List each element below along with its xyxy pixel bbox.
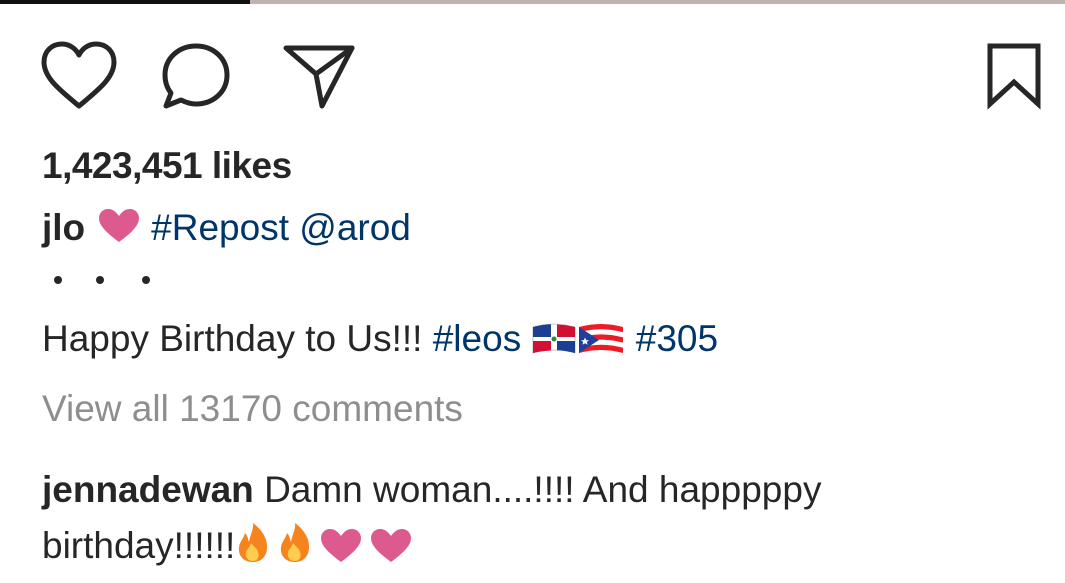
heart-icon — [369, 524, 413, 580]
likes-count[interactable]: 1,423,451 likes — [42, 145, 292, 187]
share-button[interactable] — [280, 40, 358, 112]
heart-icon — [319, 524, 363, 580]
like-button[interactable] — [40, 40, 118, 112]
caption-body: Happy Birthday to Us!!! — [42, 318, 423, 359]
post-photo-edge — [0, 0, 1065, 4]
caption-username[interactable]: jlo — [42, 207, 85, 248]
hashtag-305[interactable]: #305 — [636, 318, 718, 359]
puerto-rico-flag-icon — [577, 321, 625, 366]
caption-header: jlo #Repost @arod — [42, 207, 411, 253]
comment-button[interactable] — [160, 40, 238, 112]
heart-icon — [97, 208, 141, 253]
mention-link[interactable]: @arod — [299, 207, 411, 248]
save-button[interactable] — [984, 40, 1044, 112]
comment-item: jennadewan Damn woman....!!!! And happpp… — [42, 462, 1022, 580]
bookmark-icon — [987, 43, 1041, 110]
caption-text: Happy Birthday to Us!!! #leos #305 — [42, 318, 718, 366]
paper-plane-icon — [283, 45, 355, 109]
view-all-comments-link[interactable]: View all 13170 comments — [42, 388, 463, 430]
comment-text-line2: birthday!!!!!! — [42, 525, 236, 566]
instagram-post-footer: 1,423,451 likes jlo #Repost @arod Happy B… — [0, 0, 1065, 583]
fire-icon — [235, 522, 271, 580]
comment-text-line1: Damn woman....!!!! And happpppy — [264, 469, 822, 510]
heart-outline-icon — [41, 41, 117, 109]
comment-bubble-icon — [162, 43, 230, 109]
repost-hashtag[interactable]: #Repost — [151, 207, 289, 248]
dominican-republic-flag-icon — [531, 321, 577, 366]
fire-icon — [277, 522, 313, 580]
comment-username[interactable]: jennadewan — [42, 469, 254, 510]
hashtag-leos[interactable]: #leos — [433, 318, 521, 359]
